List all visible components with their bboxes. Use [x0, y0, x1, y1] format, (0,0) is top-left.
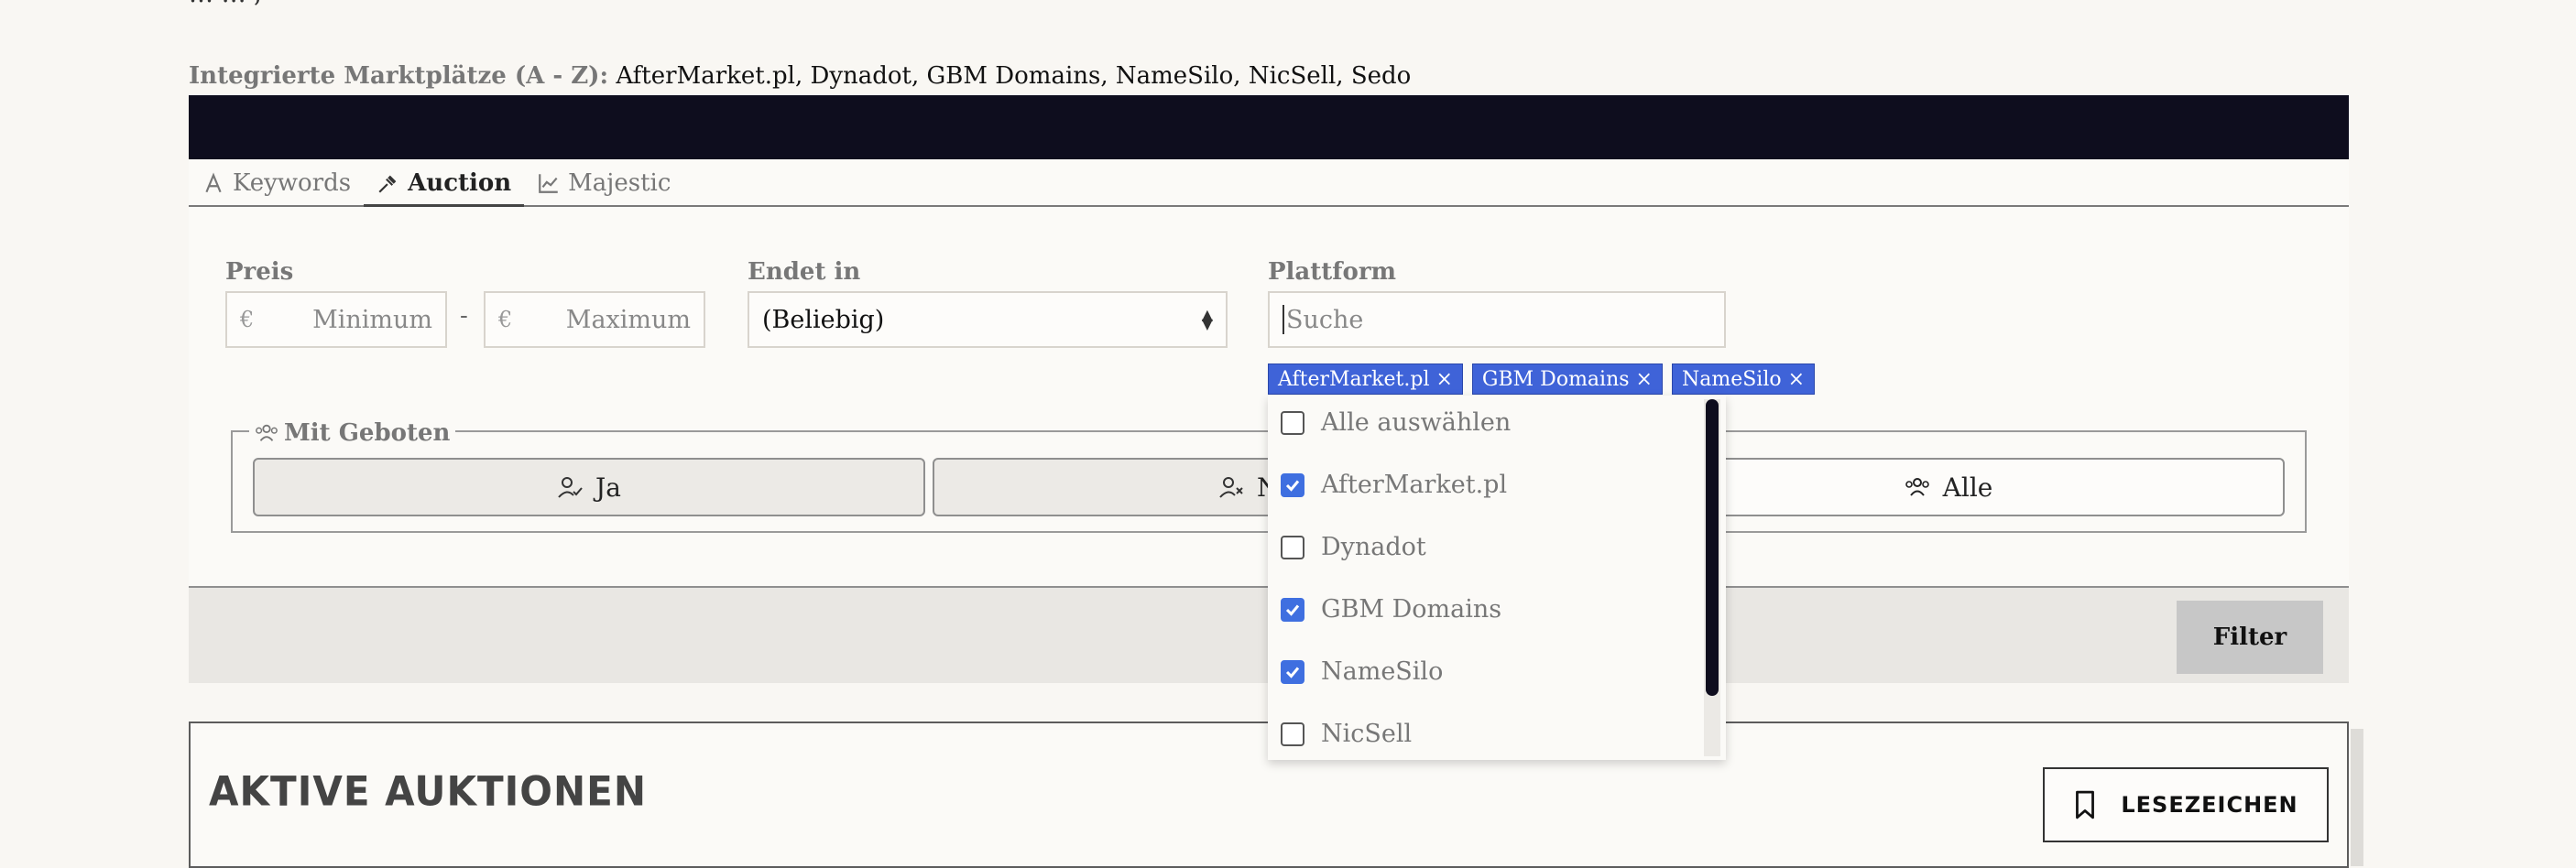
platform-dropdown: Alle auswählen AfterMarket.pl Dynadot GB… — [1268, 396, 1726, 760]
marketplace-item: Sedo — [1350, 62, 1412, 90]
tab-keywords[interactable]: Keywords — [189, 161, 364, 207]
option-label: AfterMarket.pl — [1321, 471, 1508, 499]
bookmark-icon — [2076, 790, 2095, 819]
tab-auction-label: Auction — [408, 168, 512, 197]
user-x-icon — [1219, 477, 1243, 498]
currency-symbol: € — [240, 307, 255, 332]
checkbox-checked[interactable] — [1281, 472, 1304, 497]
checkbox-checked[interactable] — [1281, 659, 1304, 684]
filter-button[interactable]: Filter — [2177, 601, 2323, 674]
bids-legend-label: Mit Geboten — [284, 419, 451, 447]
letter-a-icon — [205, 171, 222, 192]
chip-namesilo[interactable]: NameSilo × — [1671, 363, 1816, 395]
platform-label: Plattform — [1268, 258, 1397, 286]
tab-keywords-label: Keywords — [233, 168, 352, 197]
user-check-icon — [558, 477, 583, 498]
truncated-top-text: … … , — [189, 0, 262, 8]
chip-aftermarket[interactable]: AfterMarket.pl × — [1268, 363, 1463, 395]
chart-line-icon — [539, 173, 558, 193]
option-nicsell[interactable]: NicSell — [1281, 720, 1412, 748]
check-icon — [1285, 480, 1300, 492]
dark-header-bar — [189, 95, 2349, 159]
option-dynadot[interactable]: Dynadot — [1281, 533, 1426, 561]
gavel-icon — [378, 175, 397, 193]
bookmark-label: Lesezeichen — [2121, 792, 2298, 818]
bookmark-button[interactable]: Lesezeichen — [2043, 767, 2329, 842]
option-label: GBM Domains — [1321, 595, 1502, 624]
option-aftermarket[interactable]: AfterMarket.pl — [1281, 471, 1507, 499]
marketplaces-label: Integrierte Marktplätze (A - Z): — [189, 62, 609, 90]
option-label: NameSilo — [1321, 657, 1444, 686]
users-icon — [1905, 478, 1929, 496]
check-icon — [1285, 667, 1300, 678]
option-gbm-domains[interactable]: GBM Domains — [1281, 595, 1501, 624]
bids-yes-label: Ja — [595, 472, 621, 503]
integrated-marketplaces: Integrierte Marktplätze (A - Z): AfterMa… — [189, 62, 1412, 90]
marketplace-item: GBM Domains — [926, 62, 1101, 90]
option-select-all[interactable]: Alle auswählen — [1281, 408, 1511, 437]
checkbox[interactable] — [1281, 535, 1304, 559]
option-label: Alle auswählen — [1321, 408, 1512, 437]
chip-gbm-domains[interactable]: GBM Domains × — [1471, 363, 1663, 395]
platform-search-input[interactable]: Suche — [1268, 291, 1726, 348]
bids-all-label: Alle — [1942, 472, 1993, 503]
price-max-input[interactable]: € Maximum — [484, 291, 705, 348]
select-arrows-icon: ▲ ▼ — [1201, 306, 1213, 332]
tab-majestic[interactable]: Majestic — [524, 161, 683, 207]
tab-auction[interactable]: Auction — [364, 161, 525, 207]
card-shadow — [2351, 729, 2363, 866]
option-namesilo[interactable]: NameSilo — [1281, 657, 1443, 686]
ends-in-label: Endet in — [748, 258, 861, 286]
marketplace-item: NameSilo — [1115, 62, 1234, 90]
option-label: Dynadot — [1321, 533, 1426, 561]
checkbox[interactable] — [1281, 722, 1304, 746]
checkbox[interactable] — [1281, 410, 1304, 435]
tab-bar: Keywords Auction Majestic — [189, 159, 683, 207]
marketplace-item: AfterMarket.pl — [616, 62, 795, 90]
tab-majestic-label: Majestic — [568, 168, 671, 197]
currency-symbol: € — [498, 307, 513, 332]
marketplace-item: Dynadot — [810, 62, 911, 90]
ends-in-value: (Beliebig) — [762, 305, 885, 334]
price-separator: - — [460, 302, 468, 330]
dropdown-scrollbar-thumb[interactable] — [1706, 399, 1719, 696]
checkbox-checked[interactable] — [1281, 597, 1304, 622]
bids-legend: Mit Geboten — [249, 419, 456, 447]
price-min-input[interactable]: € Minimum — [225, 291, 447, 348]
price-min-placeholder: Minimum — [312, 305, 432, 334]
section-title: Aktive Auktionen — [209, 767, 647, 816]
selected-platform-chips: AfterMarket.pl × GBM Domains × NameSilo … — [1268, 363, 1816, 395]
users-icon — [256, 424, 278, 441]
option-label: NicSell — [1321, 720, 1413, 748]
price-max-placeholder: Maximum — [565, 305, 691, 334]
ends-in-select[interactable]: (Beliebig) ▲ ▼ — [748, 291, 1228, 348]
platform-search-placeholder: Suche — [1286, 305, 1364, 334]
bids-yes-button[interactable]: Ja — [253, 458, 925, 516]
text-caret — [1283, 305, 1284, 334]
check-icon — [1285, 604, 1300, 616]
marketplace-item: NicSell — [1248, 62, 1337, 90]
price-label: Preis — [225, 258, 294, 286]
